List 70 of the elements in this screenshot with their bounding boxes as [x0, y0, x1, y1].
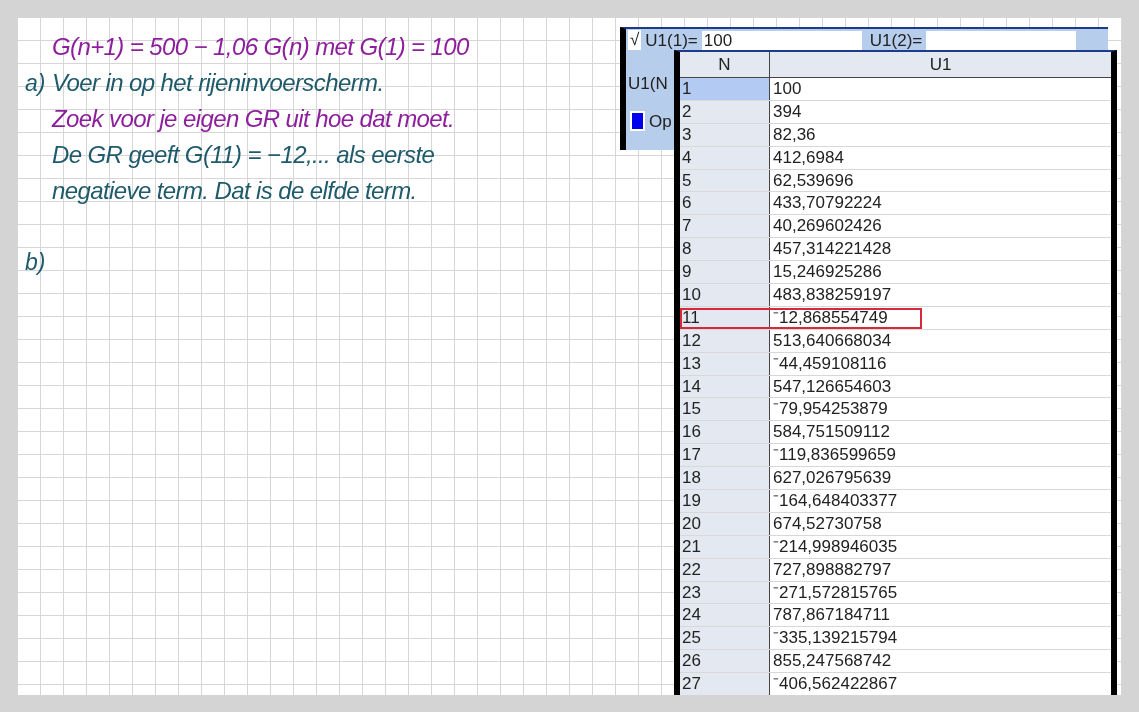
index-cell[interactable]: 24	[680, 604, 770, 627]
value-cell-text: 584,751509112	[772, 421, 891, 444]
value-cell-text: 82,36	[772, 123, 817, 146]
index-cell[interactable]: 21	[680, 535, 770, 558]
value-cell-text: ⁻12,868554749	[772, 306, 889, 329]
value-cell-text: 433,70792224	[772, 192, 883, 215]
handwritten-note: negatieve term. Dat is de elfde term.	[52, 176, 417, 206]
index-cell[interactable]: 23	[680, 581, 770, 604]
index-cell[interactable]: 22	[680, 558, 770, 581]
u1-2-field[interactable]	[926, 30, 1077, 50]
value-cell-text: 674,52730758	[772, 512, 883, 535]
value-cell-text: 855,247568742	[772, 650, 893, 673]
index-cell[interactable]: 3	[680, 123, 770, 146]
option-label: Op	[649, 110, 672, 133]
index-cell[interactable]: 20	[680, 512, 770, 535]
value-cell-text: 100	[772, 78, 803, 100]
index-cell[interactable]: 25	[680, 627, 770, 650]
index-cell[interactable]: 19	[680, 490, 770, 512]
value-cell-text: 394	[772, 100, 803, 123]
value-cell-text: 513,640668034	[772, 329, 893, 352]
value-cell-text: 412,6984	[772, 146, 845, 169]
handwritten-note: G(n+1) = 500 − 1,06 G(n) met G(1) = 100	[52, 32, 469, 62]
index-cell[interactable]: 16	[680, 421, 770, 444]
u1-2-label: U1(2)=	[869, 30, 923, 50]
value-cell-text: 727,898882797	[772, 558, 893, 581]
value-cell-text: 15,246925286	[772, 261, 883, 283]
column-header: U1	[928, 54, 953, 76]
index-cell[interactable]: 18	[680, 467, 770, 490]
index-cell[interactable]: 12	[680, 329, 770, 352]
index-cell[interactable]: 13	[680, 352, 770, 375]
u1-1-field[interactable]: 100	[701, 30, 862, 50]
index-cell[interactable]: 26	[680, 650, 770, 673]
value-cell-text: 787,867184711	[772, 604, 891, 627]
index-cell[interactable]: 27	[680, 673, 770, 695]
index-cell[interactable]: 15	[680, 398, 770, 421]
value-cell-text: 483,838259197	[772, 284, 893, 306]
value-cell-text: ⁻79,954253879	[772, 398, 889, 421]
index-cell[interactable]: 4	[680, 146, 770, 169]
value-cell-text: 547,126654603	[772, 375, 893, 398]
index-cell[interactable]: 2	[680, 100, 770, 123]
value-cell-text: 62,539696	[772, 169, 855, 192]
value-cell-text: ⁻119,836599659	[772, 444, 897, 467]
index-cell[interactable]: 17	[680, 444, 770, 467]
value-cell-text: ⁻271,572815765	[772, 581, 899, 604]
value-cell-text: ⁻164,648403377	[772, 490, 899, 512]
handwritten-note: De GR geeft G(11) = −12,... als eerste	[52, 140, 435, 170]
option-checkbox[interactable]	[630, 111, 645, 132]
index-cell[interactable]: 9	[680, 261, 770, 283]
item-label: b)	[25, 249, 46, 275]
value-cell-text: 40,269602426	[772, 215, 883, 238]
check-mark[interactable]: √	[628, 30, 642, 50]
value-cell-text: ⁻406,562422867	[772, 673, 899, 695]
value-cell-text: 627,026795639	[772, 467, 893, 490]
index-cell[interactable]: 6	[680, 192, 770, 215]
index-cell[interactable]: 7	[680, 215, 770, 238]
value-cell-text: ⁻44,459108116	[772, 352, 888, 375]
u1-1-label: U1(1)=	[645, 30, 698, 50]
u1-n-label: U1(N	[628, 74, 668, 93]
index-cell[interactable]: 14	[680, 375, 770, 398]
index-cell[interactable]: 8	[680, 238, 770, 261]
column-header: N	[680, 52, 770, 77]
handwritten-note: Zoek voor je eigen GR uit hoe dat moet.	[52, 104, 455, 134]
index-cell[interactable]: 1	[680, 78, 770, 100]
value-cell-text: ⁻214,998946035	[772, 535, 899, 558]
value-cell-text: ⁻335,139215794	[772, 627, 899, 650]
handwritten-note: Voer in op het rijeninvoerscherm.	[52, 68, 384, 98]
item-label: a)	[25, 70, 46, 96]
value-cell-text: 457,314221428	[772, 238, 893, 261]
index-cell[interactable]: 10	[680, 284, 770, 306]
index-cell[interactable]: 5	[680, 169, 770, 192]
